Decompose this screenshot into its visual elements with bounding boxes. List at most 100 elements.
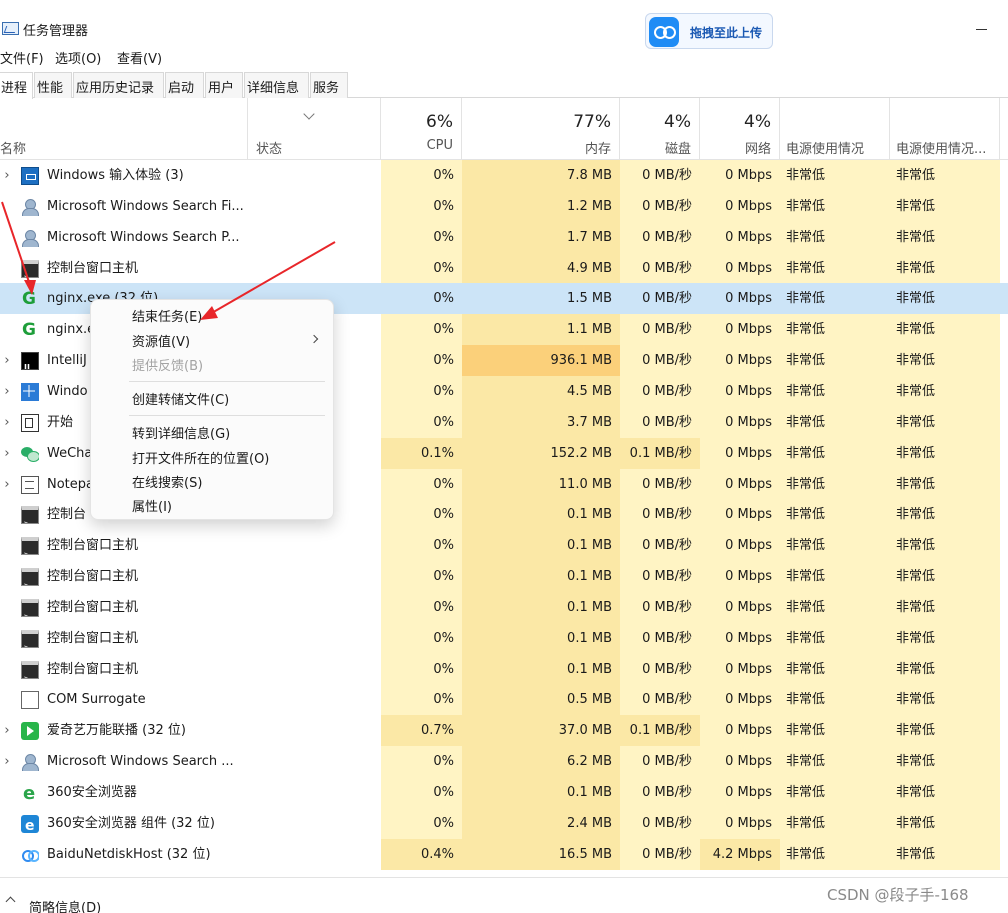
expand-chevron-icon[interactable] [0, 592, 14, 623]
expand-chevron-icon[interactable] [0, 499, 14, 530]
table-row[interactable]: › 爱奇艺万能联播 (32 位) 0.7% 37.0 MB 0.1 MB/秒 0 Mbps… [0, 715, 1008, 747]
expand-chevron-icon[interactable] [0, 191, 14, 222]
header-power[interactable]: 电源使用情况 [780, 98, 890, 160]
submenu-chevron-icon [309, 334, 319, 344]
expand-chevron-icon[interactable] [0, 654, 14, 685]
header-cpu-label: CPU [426, 138, 453, 153]
expand-chevron-icon[interactable]: › [0, 469, 14, 500]
header-power-trend[interactable]: 电源使用情况... [890, 98, 1000, 160]
expand-chevron-icon[interactable] [0, 777, 14, 808]
process-power-trend: 非常低 [896, 291, 936, 307]
expand-chevron-icon[interactable] [0, 314, 14, 345]
table-row[interactable]: Microsoft Windows Search Fi... 0% 1.2 MB 0 … [0, 190, 1008, 222]
process-power-trend: 非常低 [890, 807, 1000, 839]
chevron-up-icon[interactable] [5, 896, 16, 907]
process-power: 非常低 [780, 406, 890, 438]
table-row[interactable]: 控制台窗口主机0%0.1 MB0 MB/秒0 Mbps非常低非常低 [0, 530, 1008, 562]
expand-chevron-icon[interactable] [0, 283, 14, 314]
expand-chevron-icon[interactable]: › [0, 746, 14, 777]
expand-chevron-icon[interactable] [0, 561, 14, 592]
process-network: 0 Mbps [700, 746, 780, 778]
expand-chevron-icon[interactable] [0, 684, 14, 715]
tab-startup[interactable]: 启动 [165, 72, 204, 98]
menu-resource-values[interactable]: 资源值(V) [132, 331, 190, 350]
table-row[interactable]: 控制台窗口主机0%4.9 MB0 MB/秒0 Mbps非常低非常低 [0, 252, 1008, 284]
table-row[interactable]: Microsoft Windows Search P... 0% 1.7 MB 0 M… [0, 221, 1008, 253]
header-memory[interactable]: 77% 内存 [462, 98, 620, 160]
table-row[interactable]: 360安全浏览器 组件 (32 位)0%2.4 MB0 MB/秒0 Mbps非常… [0, 807, 1008, 839]
expand-chevron-icon[interactable] [0, 839, 14, 870]
header-cpu[interactable]: 6% CPU [381, 98, 462, 160]
process-power-trend: 非常低 [890, 375, 1000, 407]
menu-search-online[interactable]: 在线搜索(S) [132, 472, 202, 491]
menu-go-to-details[interactable]: 转到详细信息(G) [132, 423, 230, 442]
header-name[interactable]: 名称 [0, 98, 248, 160]
header-network-label: 网络 [744, 142, 771, 157]
process-memory: 0.1 MB [462, 591, 620, 623]
menu-properties[interactable]: 属性(I) [132, 496, 172, 515]
process-power: 非常低 [780, 561, 890, 593]
console-icon [21, 259, 39, 278]
console-icon [21, 537, 39, 556]
process-status [248, 253, 381, 284]
upload-button[interactable]: 拖拽至此上传 [645, 13, 773, 49]
tab-bar: 进程 性能 应用历史记录 启动 用户 详细信息 服务 [0, 72, 1008, 99]
expand-chevron-icon[interactable]: › [0, 438, 14, 469]
table-row[interactable]: 控制台窗口主机0%0.1 MB0 MB/秒0 Mbps非常低非常低 [0, 591, 1008, 623]
minimize-icon[interactable] [970, 18, 994, 38]
process-name: 爱奇艺万能联播 (32 位) [47, 723, 186, 739]
table-row[interactable]: › Microsoft Windows Search ... 0% 6.2 MB 0 M… [0, 746, 1008, 778]
expand-chevron-icon[interactable] [0, 623, 14, 654]
process-network: 0 Mbps [700, 715, 780, 747]
menu-create-dump[interactable]: 创建转储文件(C) [132, 389, 229, 408]
process-disk: 0 MB/秒 [620, 622, 700, 654]
process-status [248, 623, 381, 654]
tab-details[interactable]: 详细信息 [244, 72, 309, 98]
process-memory: 7.8 MB [462, 160, 620, 191]
process-name: Microsoft Windows Search P... [47, 229, 240, 245]
process-power-trend: 非常低 [890, 746, 1000, 778]
expand-chevron-icon[interactable] [0, 253, 14, 284]
header-name-label: 名称 [0, 142, 27, 157]
menu-options[interactable]: 选项(O) [55, 48, 101, 67]
expand-chevron-icon[interactable]: › [0, 160, 14, 191]
table-row[interactable]: 控制台窗口主机0%0.1 MB0 MB/秒0 Mbps非常低非常低 [0, 653, 1008, 685]
tab-users[interactable]: 用户 [205, 72, 243, 98]
expand-chevron-icon[interactable]: › [0, 376, 14, 407]
expand-chevron-icon[interactable]: › [0, 345, 14, 376]
menu-separator [129, 415, 325, 416]
process-cpu: 0% [433, 291, 454, 307]
keyboard-icon [21, 167, 39, 185]
menu-view[interactable]: 查看(V) [117, 48, 162, 67]
process-status [248, 530, 381, 561]
table-row[interactable]: BaiduNetdiskHost (32 位) 0.4% 16.5 MB 0 MB/秒… [0, 838, 1008, 870]
tab-services[interactable]: 服务 [310, 72, 348, 98]
expand-chevron-icon[interactable] [0, 530, 14, 561]
process-cpu: 0% [381, 406, 462, 438]
table-row[interactable]: 控制台窗口主机0%0.1 MB0 MB/秒0 Mbps非常低非常低 [0, 622, 1008, 654]
expand-chevron-icon[interactable] [0, 808, 14, 839]
process-power-trend: 非常低 [890, 530, 1000, 562]
console-icon [21, 660, 39, 679]
expand-chevron-icon[interactable] [0, 222, 14, 253]
header-disk[interactable]: 4% 磁盘 [620, 98, 700, 160]
tab-processes[interactable]: 进程 [0, 72, 33, 99]
header-network[interactable]: 4% 网络 [700, 98, 780, 160]
menu-file[interactable]: 文件(F) [0, 48, 44, 67]
tab-performance[interactable]: 性能 [34, 72, 72, 98]
menu-open-file-location[interactable]: 打开文件所在的位置(O) [132, 448, 269, 467]
tab-app-history[interactable]: 应用历史记录 [73, 72, 164, 98]
menu-end-task[interactable]: 结束任务(E) [132, 306, 202, 325]
process-power-trend: 非常低 [890, 838, 1000, 870]
table-row[interactable]: COM Surrogate 0% 0.5 MB 0 MB/秒 0 Mbps 非常低 非常低 [0, 684, 1008, 716]
process-power: 非常低 [780, 684, 890, 716]
process-network: 0 Mbps [700, 468, 780, 500]
fewer-details-button[interactable]: 简略信息(D) [29, 897, 101, 913]
table-row[interactable]: 控制台窗口主机0%0.1 MB0 MB/秒0 Mbps非常低非常低 [0, 561, 1008, 593]
expand-chevron-icon[interactable]: › [0, 407, 14, 438]
header-status[interactable]: 状态 [248, 98, 381, 160]
expand-chevron-icon[interactable]: › [0, 715, 14, 746]
table-row[interactable]: › Windows 输入体验 (3) 0% 7.8 MB 0 MB/秒 0 Mbps 非常低… [0, 160, 1008, 191]
table-row[interactable]: 360安全浏览器0%0.1 MB0 MB/秒0 Mbps非常低非常低 [0, 777, 1008, 808]
process-status [248, 561, 381, 592]
